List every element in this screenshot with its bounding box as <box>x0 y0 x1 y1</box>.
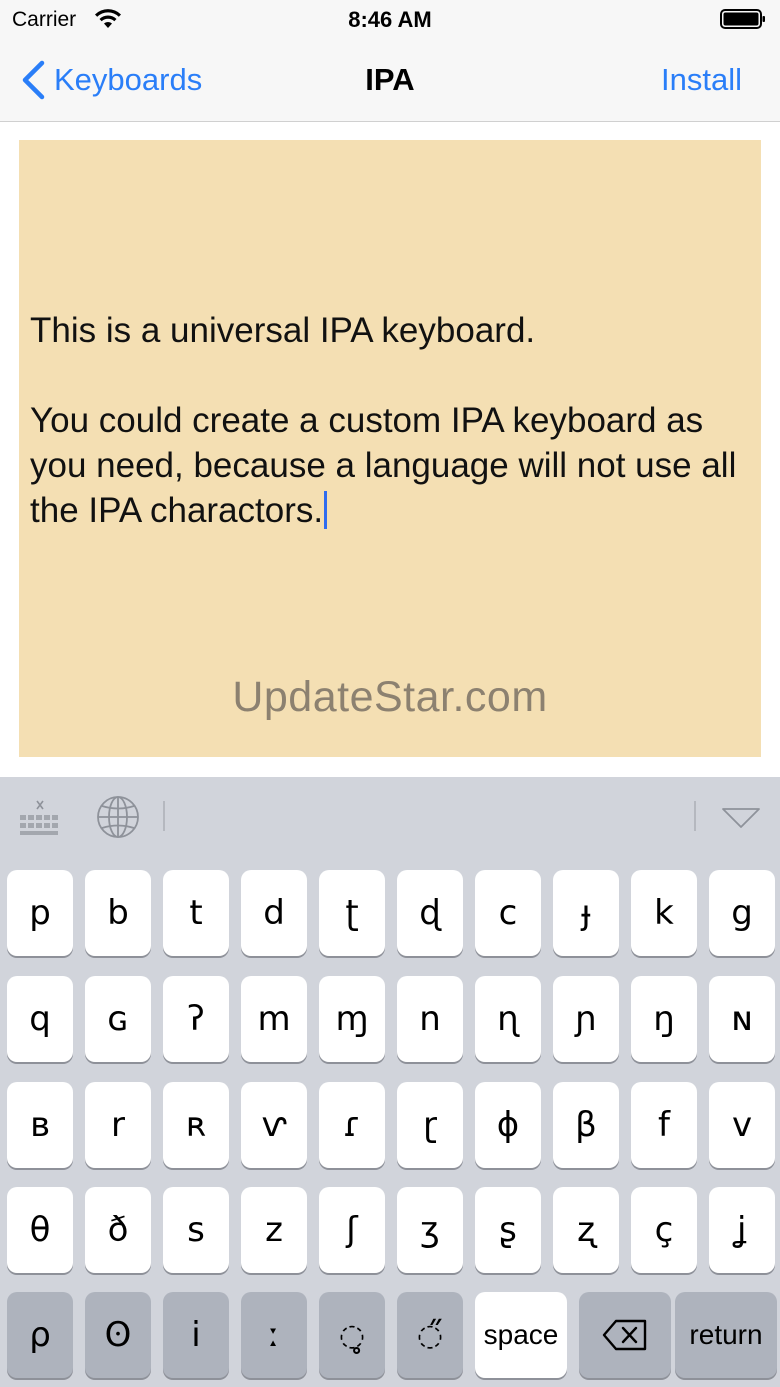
key-r1-c6[interactable]: ɖ <box>397 870 463 956</box>
key-r2-c8[interactable]: ɲ <box>553 976 619 1062</box>
key-r2-c5[interactable]: ɱ <box>319 976 385 1062</box>
delete-backspace-icon <box>602 1319 647 1351</box>
key-r4-c8[interactable]: ʐ <box>553 1187 619 1273</box>
key-r1-c9[interactable]: k <box>631 870 697 956</box>
key-dark-1[interactable]: ρ <box>7 1292 73 1378</box>
key-r4-c9[interactable]: ç <box>631 1187 697 1273</box>
key-r3-c4[interactable]: ⱱ <box>241 1082 307 1168</box>
key-r4-c3[interactable]: s <box>163 1187 229 1273</box>
key-dark-3[interactable]: i <box>163 1292 229 1378</box>
key-r3-c8[interactable]: β <box>553 1082 619 1168</box>
key-r2-c10[interactable]: ɴ <box>709 976 775 1062</box>
text-cursor <box>324 491 328 529</box>
key-r4-c6[interactable]: ʒ <box>397 1187 463 1273</box>
editor-paragraph-1: This is a universal IPA keyboard. <box>30 311 536 350</box>
key-r3-c5[interactable]: ɾ <box>319 1082 385 1168</box>
key-r1-c10[interactable]: g <box>709 870 775 956</box>
status-time: 8:46 AM <box>348 7 432 32</box>
dismiss-keyboard-icon[interactable] <box>721 807 761 829</box>
key-r4-c10[interactable]: ʝ <box>709 1187 775 1273</box>
key-r2-c6[interactable]: n <box>397 976 463 1062</box>
toolbar-divider <box>694 801 696 831</box>
key-r4-c7[interactable]: ʂ <box>475 1187 541 1273</box>
key-dark-4[interactable]: ː <box>241 1292 307 1378</box>
key-r3-c1[interactable]: ʙ <box>7 1082 73 1168</box>
key-r1-c5[interactable]: ʈ <box>319 870 385 956</box>
key-r4-c1[interactable]: θ <box>7 1187 73 1273</box>
key-r3-c9[interactable]: f <box>631 1082 697 1168</box>
editor-paragraph-2: You could create a custom IPA keyboard a… <box>30 401 737 530</box>
navigation-bar: Keyboards IPA Install <box>0 40 780 122</box>
battery-icon <box>720 9 765 29</box>
key-r2-c4[interactable]: m <box>241 976 307 1062</box>
ipa-keyboard: pbtdʈɖcɟkg qɢʔmɱnɳɲŋɴ ʙrʀⱱɾɽɸβfv θðszʃʒʂʐçʝ… <box>0 777 780 1387</box>
key-r2-c9[interactable]: ŋ <box>631 976 697 1062</box>
key-r1-c7[interactable]: c <box>475 870 541 956</box>
key-dark-5[interactable]: ◌̥ <box>319 1292 385 1378</box>
key-r2-c3[interactable]: ʔ <box>163 976 229 1062</box>
key-r3-c10[interactable]: v <box>709 1082 775 1168</box>
globe-icon[interactable] <box>96 795 140 839</box>
key-r3-c2[interactable]: r <box>85 1082 151 1168</box>
key-r1-c8[interactable]: ɟ <box>553 870 619 956</box>
key-r4-c4[interactable]: z <box>241 1187 307 1273</box>
key-r1-c4[interactable]: d <box>241 870 307 956</box>
key-r2-c1[interactable]: q <box>7 976 73 1062</box>
key-dark-2[interactable]: ʘ <box>85 1292 151 1378</box>
content-area: This is a universal IPA keyboard. You co… <box>0 122 780 777</box>
install-button[interactable]: Install <box>661 62 742 98</box>
key-r1-c3[interactable]: t <box>163 870 229 956</box>
toolbar-divider <box>163 801 165 831</box>
key-r2-c7[interactable]: ɳ <box>475 976 541 1062</box>
watermark: UpdateStar.com <box>232 673 548 721</box>
chevron-left-icon <box>22 60 45 100</box>
key-r4-c2[interactable]: ð <box>85 1187 151 1273</box>
delete-key[interactable] <box>579 1292 671 1378</box>
back-button-label: Keyboards <box>54 62 203 97</box>
status-bar: Carrier 8:46 AM <box>0 0 780 40</box>
key-r2-c2[interactable]: ɢ <box>85 976 151 1062</box>
return-key[interactable]: return <box>675 1292 777 1378</box>
keyboard-toolbar <box>0 777 780 855</box>
key-r3-c3[interactable]: ʀ <box>163 1082 229 1168</box>
space-key[interactable]: space <box>475 1292 567 1378</box>
back-button[interactable]: Keyboards <box>20 58 202 102</box>
key-r3-c7[interactable]: ɸ <box>475 1082 541 1168</box>
text-editor[interactable]: This is a universal IPA keyboard. You co… <box>19 140 761 757</box>
key-r4-c5[interactable]: ʃ <box>319 1187 385 1273</box>
key-r1-c2[interactable]: b <box>85 870 151 956</box>
key-r1-c1[interactable]: p <box>7 870 73 956</box>
keyboard-hide-icon[interactable] <box>18 797 62 837</box>
key-r3-c6[interactable]: ɽ <box>397 1082 463 1168</box>
key-dark-6[interactable]: ◌̋ <box>397 1292 463 1378</box>
editor-text: This is a universal IPA keyboard. You co… <box>30 308 750 533</box>
